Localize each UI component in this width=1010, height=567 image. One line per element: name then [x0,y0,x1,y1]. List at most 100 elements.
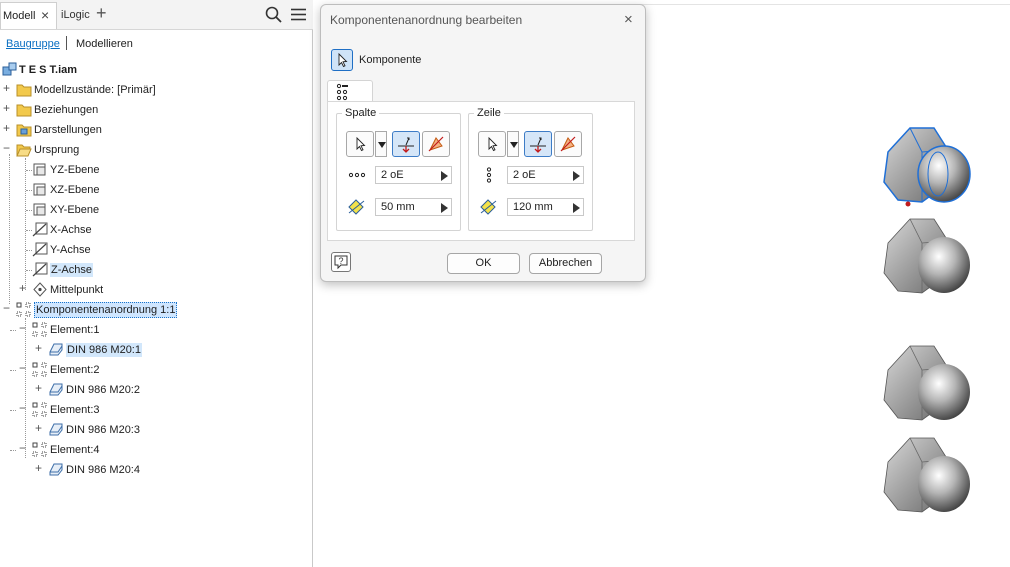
expand-icon[interactable]: + [34,342,43,354]
tree-item-x-axis[interactable]: X-Achse [0,221,310,239]
collapse-icon[interactable]: − [18,402,27,414]
rectangular-pattern-icon [336,83,348,101]
collapse-icon[interactable]: − [18,362,27,374]
row-path-button[interactable] [554,131,582,157]
row-flip-button[interactable] [524,131,552,157]
column-count-field[interactable]: 2 oE [375,166,452,184]
tree-item-part[interactable]: + DIN 986 M20:3 [0,421,310,439]
collapse-icon[interactable]: − [18,442,27,454]
expand-icon[interactable]: + [34,462,43,474]
expand-icon[interactable]: + [2,122,11,134]
tree-item-element[interactable]: − Element:1 [0,321,310,339]
part-icon [49,423,63,436]
tree-item-part[interactable]: + DIN 986 M20:4 [0,461,310,479]
column-direction-dropdown[interactable] [375,131,387,157]
expand-icon[interactable]: + [34,382,43,394]
row-spacing-value: 120 mm [513,201,553,213]
column-spacing-arrow[interactable] [441,203,448,213]
column-count-arrow[interactable] [441,171,448,181]
column-path-button[interactable] [422,131,450,157]
component-label: Komponente [359,54,422,66]
tree-item-part[interactable]: + DIN 986 M20:2 [0,381,310,399]
tree-item-y-axis[interactable]: Y-Achse [0,241,310,259]
help-button[interactable]: ? [331,252,351,272]
expand-icon[interactable]: + [2,82,11,94]
mode-modeling[interactable]: Modellieren [76,38,133,50]
tree-item-label: X-Achse [50,224,92,236]
plane-icon [33,203,46,216]
axis-icon [32,242,48,257]
row-direction-dropdown[interactable] [507,131,519,157]
mode-assembly[interactable]: Baugruppe [6,38,60,50]
row-spacing-arrow[interactable] [573,203,580,213]
tree-item-label: DIN 986 M20:4 [66,464,140,476]
pattern-icon [16,302,31,317]
tab-modell[interactable]: Modell × [0,2,57,29]
tree-item-label: DIN 986 M20:1 [66,343,142,357]
cap-nut[interactable] [878,340,974,426]
plane-icon [33,163,46,176]
browser-modebar: Baugruppe Modellieren [0,31,313,55]
tree-item-element[interactable]: − Element:3 [0,401,310,419]
tree-item-component-pattern[interactable]: − Komponentenanordnung 1:1 [0,301,310,319]
component-select-button[interactable] [331,49,353,71]
cancel-button[interactable]: Abbrechen [529,253,602,274]
collapse-icon[interactable]: − [2,142,11,154]
part-icon [49,343,63,356]
column-title: Spalte [342,107,380,119]
close-icon[interactable]: × [624,11,633,28]
add-tab-icon[interactable]: + [96,3,107,24]
tree-item-label: Ursprung [34,144,80,156]
expand-icon[interactable]: + [18,282,27,294]
tree-item-label: XY-Ebene [50,204,100,216]
tree-item-z-axis[interactable]: Z-Achse [0,261,310,279]
select-arrow-icon [338,52,348,68]
cap-nut[interactable] [878,213,974,299]
column-flip-button[interactable] [392,131,420,157]
expand-icon[interactable]: + [34,422,43,434]
column-spacing-field[interactable]: 50 mm [375,198,452,216]
close-icon[interactable]: × [41,7,49,23]
spacing-icon [348,199,365,215]
expand-icon[interactable]: + [2,102,11,114]
ok-button[interactable]: OK [447,253,520,274]
tree-item-label: DIN 986 M20:2 [66,384,140,396]
tree-item-center-point[interactable]: + Mittelpunkt [0,281,310,299]
tree-item-label: YZ-Ebene [50,164,100,176]
path-icon [428,136,444,152]
column-spacing-value: 50 mm [381,201,415,213]
select-arrow-icon [356,136,366,152]
cap-nut[interactable] [878,432,974,518]
tree-item-element[interactable]: − Element:4 [0,441,310,459]
tree-item-xy-plane[interactable]: XY-Ebene [0,201,310,219]
search-icon[interactable] [265,6,282,23]
tree-root[interactable]: T E S T.iam [0,61,310,79]
tree-item-relations[interactable]: + Beziehungen [0,101,310,119]
row-direction-select-button[interactable] [478,131,506,157]
column-direction-select-button[interactable] [346,131,374,157]
tree-item-part[interactable]: + DIN 986 M20:1 [0,341,310,359]
tab-modell-label: Modell [3,10,36,22]
collapse-icon[interactable]: − [2,302,11,314]
row-spacing-field[interactable]: 120 mm [507,198,584,216]
menu-icon[interactable] [291,8,306,21]
tab-ilogic[interactable]: iLogic [61,9,90,21]
tab-rectangular-pattern[interactable] [327,80,373,102]
tree-item-element[interactable]: − Element:2 [0,361,310,379]
help-icon: ? [334,255,348,270]
tree-item-label: Z-Achse [50,263,93,277]
tree-item-yz-plane[interactable]: YZ-Ebene [0,161,310,179]
cap-nut-selected[interactable] [878,122,974,208]
tree-item-representations[interactable]: + Darstellungen [0,121,310,139]
tree-item-origin[interactable]: − Ursprung [0,141,310,159]
row-title: Zeile [474,107,504,119]
collapse-icon[interactable]: − [18,322,27,334]
tree-item-label: Element:4 [50,444,100,456]
tree-item-label: Element:2 [50,364,100,376]
row-count-field[interactable]: 2 oE [507,166,584,184]
select-arrow-icon [488,136,498,152]
tree-item-xz-plane[interactable]: XZ-Ebene [0,181,310,199]
tree-item-model-states[interactable]: + Modellzustände: [Primär] [0,81,310,99]
row-count-arrow[interactable] [573,171,580,181]
assembly-icon [2,62,17,76]
